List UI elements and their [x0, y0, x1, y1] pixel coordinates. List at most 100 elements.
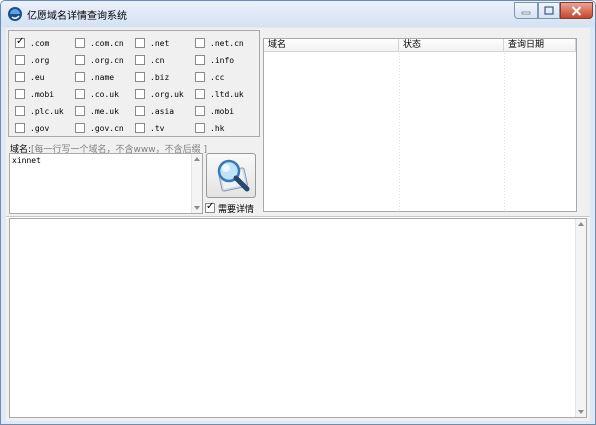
checkbox-box[interactable] [75, 89, 85, 99]
tld-label: .name [90, 72, 115, 82]
tld-label: .net [150, 38, 170, 48]
minimize-button[interactable] [514, 2, 538, 19]
checkbox-box[interactable] [135, 55, 145, 65]
tld-label: .gov [30, 123, 50, 133]
tld-label: .cn [150, 55, 165, 65]
tld-label: .org [30, 55, 50, 65]
checkbox-box[interactable] [135, 106, 145, 116]
column-header-date[interactable]: 查询日期 [504, 39, 576, 52]
checkbox-box[interactable] [195, 72, 205, 82]
tld-checkbox[interactable]: .mobi [15, 88, 54, 100]
tld-label: .org.uk [150, 89, 184, 99]
need-detail-checkbox[interactable]: ✓ 需要详情 [205, 201, 255, 215]
tld-label: .gov.cn [90, 123, 124, 133]
tld-label: .ltd.uk [210, 89, 244, 99]
app-window: 亿愿域名详情查询系统 ✓ .com .com.cn .net .net.cn .org .o… [0, 0, 596, 425]
checkbox-box[interactable] [75, 106, 85, 116]
tld-label: .eu [30, 72, 45, 82]
tld-checkbox[interactable]: .net.cn [195, 37, 244, 49]
magnifier-icon [217, 159, 250, 192]
client-area: ✓ .com .com.cn .net .net.cn .org .org.cn .cn .in… [6, 28, 590, 421]
tld-checkbox[interactable]: .cn [135, 54, 164, 66]
checkbox-box[interactable] [15, 72, 25, 82]
tld-checkbox[interactable]: .net [135, 37, 169, 49]
column-header-status[interactable]: 状态 [399, 39, 504, 52]
checkbox-box[interactable] [195, 55, 205, 65]
checkbox-box[interactable] [135, 123, 145, 133]
output-textarea[interactable] [9, 218, 587, 418]
globe-icon [8, 7, 22, 21]
tld-checkbox[interactable]: .biz [135, 71, 169, 83]
title-bar[interactable]: 亿愿域名详情查询系统 [1, 1, 595, 27]
tld-checkbox[interactable]: .cc [195, 71, 224, 83]
tld-checkbox[interactable]: .ltd.uk [195, 88, 244, 100]
tld-checkbox[interactable]: .gov [15, 122, 49, 134]
tld-checkbox[interactable]: .mobi [195, 105, 234, 117]
checkbox-box[interactable] [195, 89, 205, 99]
checkbox-box[interactable] [135, 89, 145, 99]
close-button[interactable] [560, 2, 593, 19]
tld-label: .org.cn [90, 55, 124, 65]
checkbox-box[interactable] [75, 123, 85, 133]
checkbox-box[interactable] [195, 123, 205, 133]
tld-checkbox[interactable]: .name [75, 71, 114, 83]
column-header-domain[interactable]: 域名 [264, 39, 399, 52]
tld-label: .com.cn [90, 38, 124, 48]
checkbox-box[interactable] [15, 55, 25, 65]
maximize-button[interactable] [538, 2, 560, 19]
tld-label: .mobi [210, 106, 235, 116]
results-table[interactable]: 域名 状态 查询日期 [263, 38, 577, 212]
need-detail-box[interactable]: ✓ [205, 201, 215, 213]
minimize-icon [521, 11, 531, 14]
checkbox-box[interactable] [75, 38, 85, 48]
tld-checkbox[interactable]: .com.cn [75, 37, 124, 49]
checkbox-box[interactable] [135, 38, 145, 48]
tld-label: .info [210, 55, 235, 65]
tld-checkbox[interactable]: .tv [135, 122, 164, 134]
checkbox-box[interactable] [195, 38, 205, 48]
tld-checkbox[interactable]: .plc.uk [15, 105, 64, 117]
tld-checkbox[interactable]: ✓ .com [15, 36, 50, 49]
grid-line [504, 53, 505, 211]
checkbox-box[interactable]: ✓ [15, 36, 25, 48]
scroll-down-icon[interactable] [578, 410, 584, 414]
search-button[interactable] [206, 153, 256, 198]
tld-checkbox[interactable]: .hk [195, 122, 224, 134]
tld-checkbox[interactable]: .org.cn [75, 54, 124, 66]
tld-checkbox[interactable]: .co.uk [75, 88, 119, 100]
need-detail-label: 需要详情 [218, 204, 255, 215]
tld-checkbox[interactable]: .info [195, 54, 234, 66]
tld-label: .plc.uk [30, 106, 64, 116]
domain-textarea[interactable]: xinnet [9, 153, 203, 214]
checkbox-box[interactable] [15, 106, 25, 116]
maximize-icon [544, 6, 554, 15]
check-icon: ✓ [206, 201, 215, 212]
tld-checkbox-group: ✓ .com .com.cn .net .net.cn .org .org.cn .cn .in… [8, 30, 260, 137]
tld-checkbox[interactable]: .asia [135, 105, 174, 117]
scroll-down-icon[interactable] [194, 206, 200, 210]
tld-checkbox[interactable]: .gov.cn [75, 122, 124, 134]
tld-label: .cc [210, 72, 225, 82]
checkbox-box[interactable] [195, 106, 205, 116]
checkbox-box[interactable] [75, 72, 85, 82]
scroll-up-icon[interactable] [578, 222, 584, 226]
tld-label: .hk [210, 123, 225, 133]
tld-checkbox[interactable]: .me.uk [75, 105, 119, 117]
tld-checkbox[interactable]: .org.uk [135, 88, 184, 100]
tld-label: .net.cn [210, 38, 244, 48]
tld-label: .mobi [30, 89, 55, 99]
tld-checkbox[interactable]: .eu [15, 71, 44, 83]
tld-label: .co.uk [90, 89, 119, 99]
output-scrollbar[interactable] [575, 219, 586, 417]
tld-checkbox[interactable]: .org [15, 54, 49, 66]
textarea-scrollbar[interactable] [191, 154, 202, 213]
checkbox-box[interactable] [15, 123, 25, 133]
tld-label: .com [30, 38, 50, 48]
table-header: 域名 状态 查询日期 [264, 39, 576, 52]
checkbox-box[interactable] [75, 55, 85, 65]
checkbox-box[interactable] [135, 72, 145, 82]
checkbox-box[interactable] [15, 89, 25, 99]
close-icon [571, 5, 582, 16]
scroll-up-icon[interactable] [194, 157, 200, 161]
domain-textarea-value[interactable]: xinnet [12, 156, 41, 165]
